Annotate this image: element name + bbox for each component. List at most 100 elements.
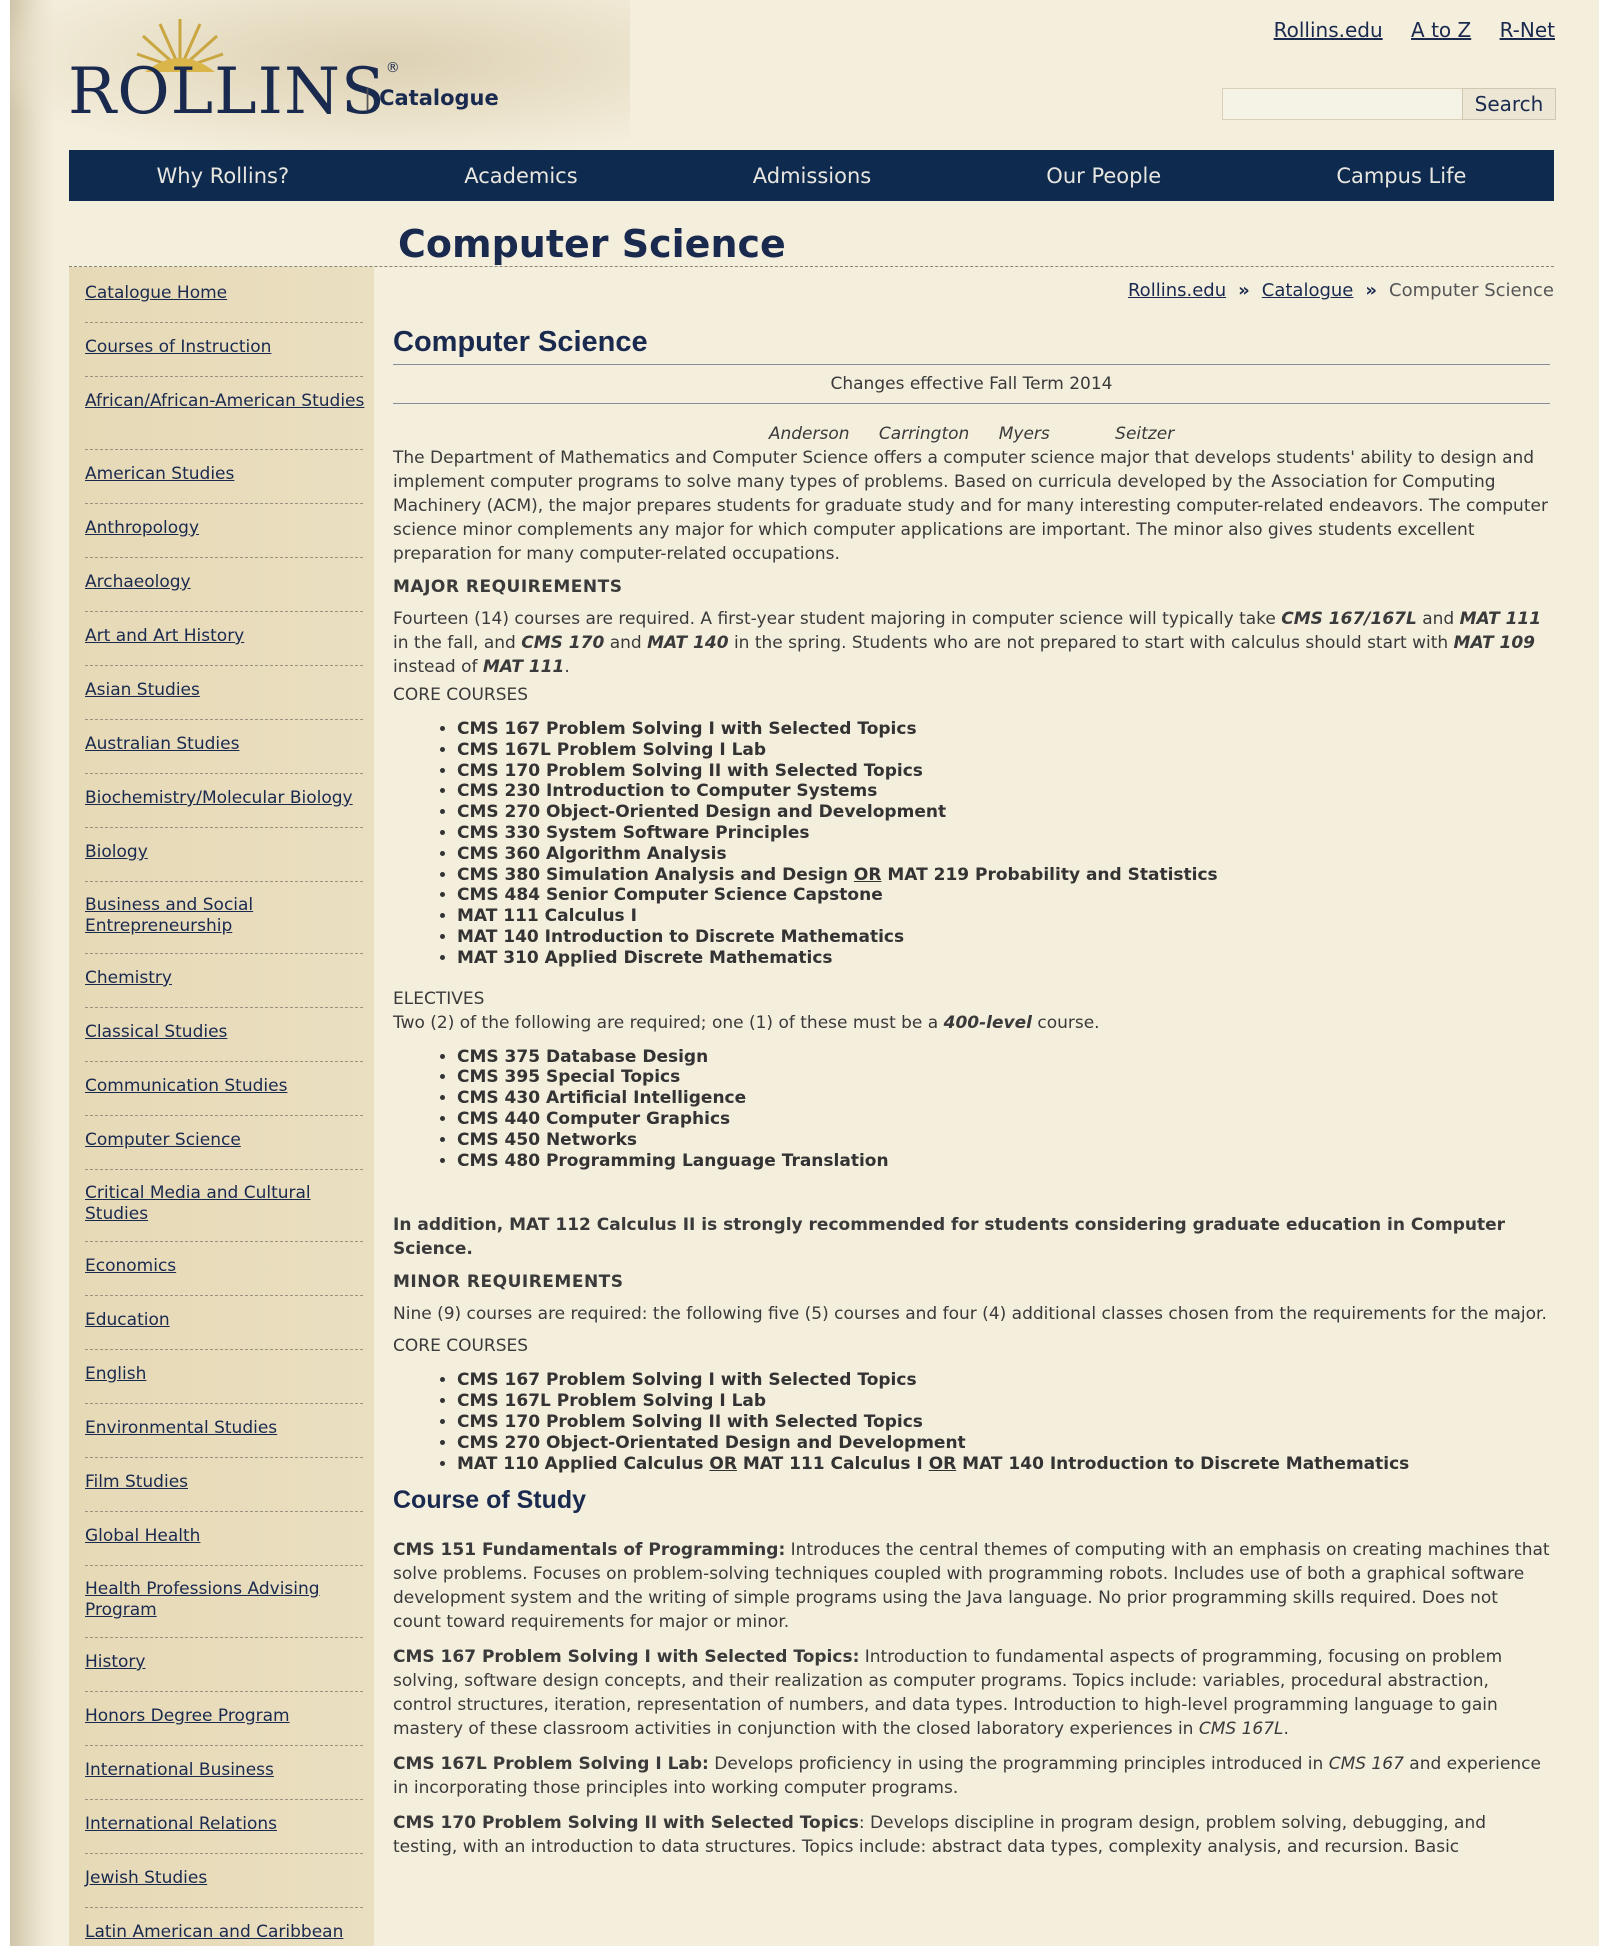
link-r-net[interactable]: R-Net — [1500, 18, 1555, 42]
sidebar-divider — [85, 1295, 363, 1296]
nav-our-people[interactable]: Our People — [1046, 164, 1161, 188]
list-item: MAT 110 Applied Calculus OR MAT 111 Calc… — [457, 1454, 1550, 1475]
decorative-column-image — [10, 0, 54, 1946]
effective-date: Changes effective Fall Term 2014 — [830, 374, 1113, 394]
sidebar-item-honors-degree[interactable]: Honors Degree Program — [85, 1706, 365, 1727]
list-item: MAT 140 Introduction to Discrete Mathema… — [457, 927, 1550, 948]
sidebar-item-business-social-entrepreneurship[interactable]: Business and Social Entrepreneurship — [85, 895, 365, 937]
major-requirements-heading: MAJOR REQUIREMENTS — [393, 577, 623, 597]
list-item: CMS 167 Problem Solving I with Selected … — [457, 719, 1550, 740]
course-ref: CMS 167/167L — [1281, 609, 1417, 629]
sidebar-item-asian-studies[interactable]: Asian Studies — [85, 680, 365, 701]
electives-text: Two (2) of the following are required; o… — [393, 1012, 1100, 1033]
search-button[interactable]: Search — [1462, 88, 1556, 120]
section-title: Computer Science — [393, 326, 648, 358]
list-item: CMS 330 System Software Principles — [457, 823, 1550, 844]
sidebar-item-english[interactable]: English — [85, 1364, 365, 1385]
sidebar-item-health-professions[interactable]: Health Professions Advising Program — [85, 1579, 365, 1621]
sidebar-item-african-american-studies[interactable]: African/African-American Studies — [85, 391, 365, 412]
course-ref: MAT 140 — [647, 633, 729, 653]
sidebar-item-art-and-art-history[interactable]: Art and Art History — [85, 626, 365, 647]
sidebar-item-biochemistry[interactable]: Biochemistry/Molecular Biology — [85, 788, 365, 809]
intro-paragraph: The Department of Mathematics and Comput… — [393, 448, 1548, 564]
sidebar-item-catalogue-home[interactable]: Catalogue Home — [85, 283, 365, 304]
minor-course-list: CMS 167 Problem Solving I with Selected … — [393, 1370, 1550, 1474]
sidebar-divider — [85, 376, 363, 377]
list-item: CMS 440 Computer Graphics — [457, 1109, 1550, 1130]
elective-course-list: CMS 375 Database Design CMS 395 Special … — [393, 1047, 1550, 1172]
sidebar-item-international-business[interactable]: International Business — [85, 1760, 365, 1781]
sidebar-divider — [85, 1799, 363, 1800]
sidebar-divider — [85, 611, 363, 612]
main-nav: Why Rollins? Academics Admissions Our Pe… — [69, 150, 1554, 201]
nav-admissions[interactable]: Admissions — [753, 164, 871, 188]
search-input[interactable] — [1222, 88, 1466, 120]
sidebar-divider — [85, 557, 363, 558]
sidebar-item-courses-of-instruction[interactable]: Courses of Instruction — [85, 337, 365, 358]
course-description: CMS 167L Problem Solving I Lab: Develops… — [393, 1754, 1541, 1799]
list-item: CMS 230 Introduction to Computer Systems — [457, 781, 1550, 802]
sidebar-item-communication-studies[interactable]: Communication Studies — [85, 1076, 365, 1097]
nav-why-rollins[interactable]: Why Rollins? — [157, 164, 290, 188]
sidebar-item-history[interactable]: History — [85, 1652, 365, 1673]
electives-label: ELECTIVES — [393, 988, 485, 1009]
sidebar-divider — [85, 1457, 363, 1458]
sidebar-item-anthropology[interactable]: Anthropology — [85, 518, 365, 539]
sidebar-divider — [85, 953, 363, 954]
major-requirements-text: Fourteen (14) courses are required. A fi… — [393, 609, 1542, 677]
nav-academics[interactable]: Academics — [464, 164, 577, 188]
sidebar-item-critical-media[interactable]: Critical Media and Cultural Studies — [85, 1183, 365, 1225]
separator-bar: | — [364, 86, 372, 110]
breadcrumb-current: Computer Science — [1389, 280, 1554, 301]
sidebar-item-education[interactable]: Education — [85, 1310, 365, 1331]
minor-core-label: CORE COURSES — [393, 1336, 529, 1357]
course-description: CMS 151 Fundamentals of Programming: Int… — [393, 1540, 1550, 1633]
registered-mark: ® — [385, 60, 400, 76]
sidebar-divider — [85, 1853, 363, 1854]
sidebar-item-film-studies[interactable]: Film Studies — [85, 1472, 365, 1493]
sidebar-item-chemistry[interactable]: Chemistry — [85, 968, 365, 989]
sidebar-item-biology[interactable]: Biology — [85, 842, 365, 863]
sidebar-item-jewish-studies[interactable]: Jewish Studies — [85, 1868, 365, 1889]
faculty-name: Seitzer — [1115, 424, 1175, 444]
sidebar-item-international-relations[interactable]: International Relations — [85, 1814, 365, 1835]
sidebar-divider — [85, 827, 363, 828]
list-item: CMS 170 Problem Solving II with Selected… — [457, 1412, 1550, 1433]
list-item: CMS 167L Problem Solving I Lab — [457, 1391, 1550, 1412]
link-rollins-edu[interactable]: Rollins.edu — [1274, 18, 1383, 42]
list-item: MAT 310 Applied Discrete Mathematics — [457, 948, 1550, 969]
sidebar-divider — [85, 322, 363, 323]
sidebar-item-australian-studies[interactable]: Australian Studies — [85, 734, 365, 755]
course-description: CMS 170 Problem Solving II with Selected… — [393, 1813, 1487, 1858]
sidebar-item-environmental-studies[interactable]: Environmental Studies — [85, 1418, 365, 1439]
sidebar-item-latin-american[interactable]: Latin American and Caribbean — [85, 1922, 365, 1943]
course-ref: MAT 109 — [1453, 633, 1535, 653]
course-description: CMS 167 Problem Solving I with Selected … — [393, 1647, 1503, 1740]
sidebar-divider — [85, 1169, 363, 1170]
sidebar-divider — [85, 1007, 363, 1008]
breadcrumb-separator: » — [1365, 280, 1378, 301]
sidebar-item-economics[interactable]: Economics — [85, 1256, 365, 1277]
sidebar-item-american-studies[interactable]: American Studies — [85, 464, 365, 485]
sidebar-divider — [85, 449, 363, 450]
sidebar-item-global-health[interactable]: Global Health — [85, 1526, 365, 1547]
sidebar-divider — [85, 503, 363, 504]
nav-campus-life[interactable]: Campus Life — [1336, 164, 1466, 188]
core-courses-label: CORE COURSES — [393, 685, 529, 705]
breadcrumb: Rollins.edu » Catalogue » Computer Science — [1128, 280, 1554, 301]
sidebar-divider — [85, 1115, 363, 1116]
link-a-to-z[interactable]: A to Z — [1411, 18, 1471, 42]
sidebar-divider — [85, 1691, 363, 1692]
sidebar-item-classical-studies[interactable]: Classical Studies — [85, 1022, 365, 1043]
sidebar-divider — [85, 665, 363, 666]
list-item: MAT 111 Calculus I — [457, 906, 1550, 927]
sidebar-item-computer-science[interactable]: Computer Science — [85, 1130, 365, 1151]
list-item: CMS 270 Object-Orientated Design and Dev… — [457, 1433, 1550, 1454]
list-item: CMS 484 Senior Computer Science Capstone — [457, 885, 1550, 906]
breadcrumb-rollins[interactable]: Rollins.edu — [1128, 280, 1226, 301]
breadcrumb-catalogue[interactable]: Catalogue — [1262, 280, 1354, 301]
sidebar-item-archaeology[interactable]: Archaeology — [85, 572, 365, 593]
rollins-logo[interactable]: ROLLINS® — [68, 60, 400, 124]
main-content: Computer Science Changes effective Fall … — [393, 326, 1550, 1870]
faculty-name: Myers — [998, 424, 1050, 444]
